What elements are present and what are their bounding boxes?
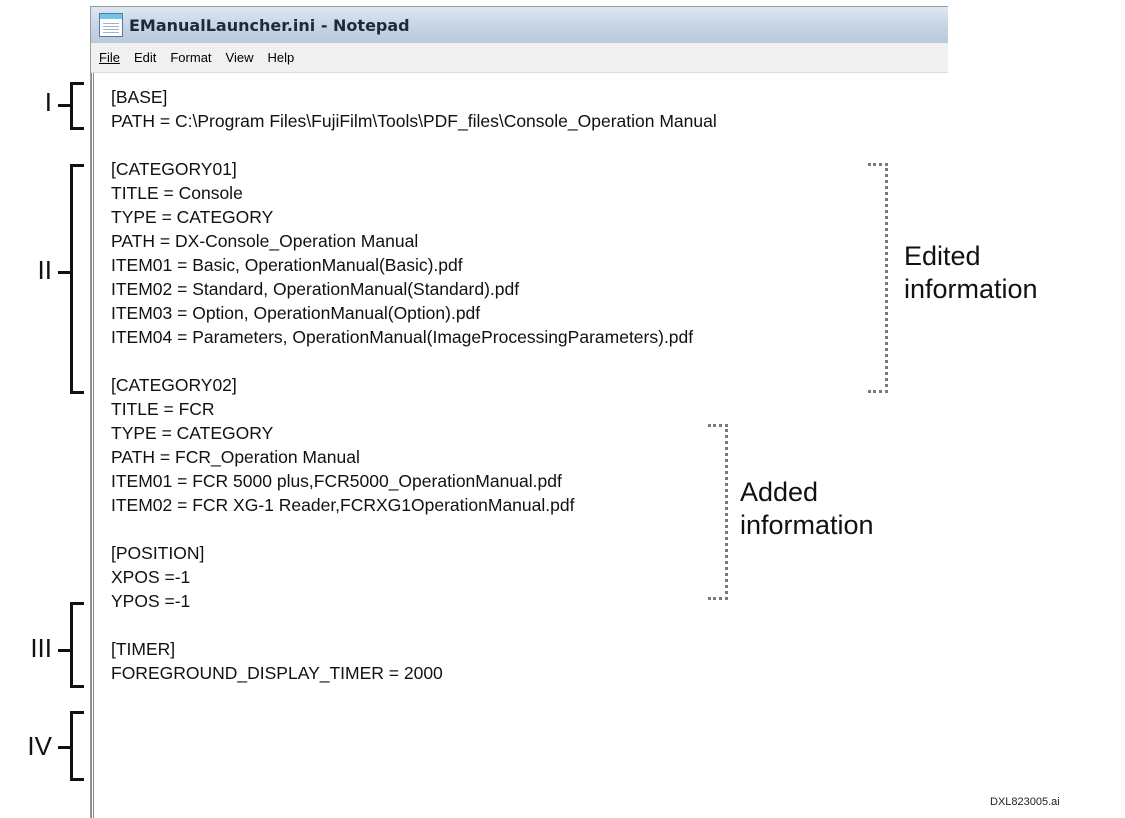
section-bracket-iv [70, 711, 84, 781]
editor-line: TYPE = CATEGORY [111, 207, 274, 227]
added-note-line2: information [740, 510, 874, 540]
menu-bar: File Edit Format View Help [91, 43, 948, 73]
editor-line: XPOS =-1 [111, 567, 191, 587]
added-note-line1: Added [740, 477, 819, 507]
edited-note-line1: Edited [904, 241, 981, 271]
menu-view-label: View [225, 50, 254, 65]
editor-line: ITEM04 = Parameters, OperationManual(Ima… [111, 327, 694, 347]
notepad-window: EManualLauncher.ini - Notepad File Edit … [90, 6, 948, 818]
menu-help[interactable]: Help [267, 50, 294, 65]
editor-line: ITEM03 = Option, OperationManual(Option)… [111, 303, 481, 323]
edited-dotted-bracket [868, 163, 888, 393]
added-information-note: Added information [740, 476, 874, 542]
editor-line: PATH = C:\Program Files\FujiFilm\Tools\P… [111, 111, 717, 131]
section-label-i: I [44, 87, 52, 117]
menu-edit-label: Edit [133, 50, 157, 65]
menu-file[interactable]: File [99, 50, 120, 65]
editor-line: PATH = FCR_Operation Manual [111, 447, 360, 467]
section-bracket-stem [58, 746, 70, 749]
section-bracket-iii [70, 602, 84, 688]
figure-id: DXL823005.ai [990, 796, 1060, 808]
menu-edit[interactable]: Edit [134, 50, 156, 65]
editor-line: FOREGROUND_DISPLAY_TIMER = 2000 [111, 663, 443, 683]
title-bar[interactable]: EManualLauncher.ini - Notepad [91, 7, 948, 43]
menu-view[interactable]: View [226, 50, 254, 65]
text-editor-area[interactable]: [BASE] PATH = C:\Program Files\FujiFilm\… [91, 73, 948, 818]
section-label-iv: IV [27, 731, 52, 761]
editor-line: ITEM01 = Basic, OperationManual(Basic).p… [111, 255, 463, 275]
editor-line: [TIMER] [111, 639, 176, 659]
editor-line: TITLE = FCR [111, 399, 215, 419]
editor-line: TYPE = CATEGORY [111, 423, 274, 443]
editor-line: [CATEGORY02] [111, 375, 237, 395]
menu-file-label: File [99, 50, 120, 65]
editor-line: [POSITION] [111, 543, 205, 563]
section-bracket-i [70, 82, 84, 130]
section-bracket-stem [58, 271, 70, 274]
menu-format[interactable]: Format [170, 50, 211, 65]
editor-line: TITLE = Console [111, 183, 243, 203]
editor-line: [BASE] [111, 87, 168, 107]
editor-line: PATH = DX-Console_Operation Manual [111, 231, 419, 251]
notepad-icon [99, 13, 123, 37]
window-title: EManualLauncher.ini - Notepad [129, 15, 410, 35]
editor-line: [CATEGORY01] [111, 159, 237, 179]
editor-line: ITEM02 = Standard, OperationManual(Stand… [111, 279, 520, 299]
editor-line: ITEM01 = FCR 5000 plus,FCR5000_Operation… [111, 471, 562, 491]
section-bracket-stem [58, 104, 70, 107]
editor-line: ITEM02 = FCR XG-1 Reader,FCRXG1Operation… [111, 495, 575, 515]
edited-information-note: Edited information [904, 240, 1038, 306]
added-dotted-bracket [708, 424, 728, 600]
section-label-iii: III [30, 633, 52, 663]
section-label-ii: II [37, 255, 52, 285]
editor-line: YPOS =-1 [111, 591, 191, 611]
edited-note-line2: information [904, 274, 1038, 304]
section-bracket-ii [70, 164, 84, 394]
section-bracket-stem [58, 649, 70, 652]
menu-format-label: Format [170, 50, 212, 65]
menu-help-label: Help [267, 50, 295, 65]
